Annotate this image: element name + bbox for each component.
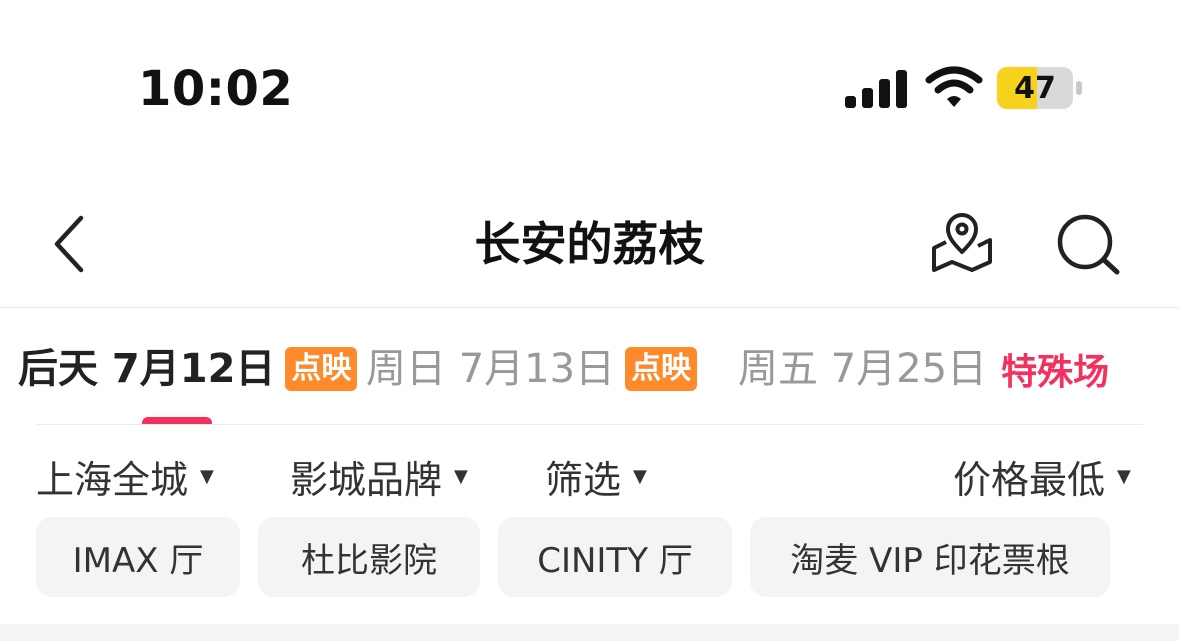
caret-down-icon: ▼ (1117, 465, 1131, 487)
caret-down-icon: ▼ (200, 465, 214, 487)
filter-label: 筛选 (545, 457, 622, 502)
special-screening-tag: 特殊场 (1001, 352, 1110, 393)
filter-label: 上海全城 (36, 457, 189, 502)
filter-sort-price[interactable]: 价格最低 ▼ (953, 448, 1131, 504)
chip-dolby-cinema[interactable]: 杜比影院 (258, 517, 480, 597)
date-tab-0725[interactable]: 周五 7月25日 特殊场 (738, 340, 1109, 398)
section-separator (0, 624, 1179, 641)
filter-label: 影城品牌 (290, 457, 443, 502)
filter-screen[interactable]: 筛选 ▼ (545, 448, 647, 504)
tabs-divider (36, 424, 1143, 425)
preview-badge: 点映 (285, 347, 358, 391)
status-time: 10:02 (138, 61, 294, 117)
search-icon[interactable] (1055, 212, 1123, 276)
chip-imax-hall[interactable]: IMAX 厅 (36, 517, 240, 597)
date-tab-label: 周五 7月25日 (738, 346, 988, 392)
filter-city[interactable]: 上海全城 ▼ (36, 448, 214, 504)
date-tab-label: 后天 7月12日 (18, 346, 276, 392)
date-tab-label: 周日 7月13日 (366, 346, 616, 392)
map-location-icon[interactable] (928, 212, 996, 276)
date-tab-0712[interactable]: 后天 7月12日 点映 (18, 340, 358, 398)
filter-label: 价格最低 (953, 457, 1106, 502)
caret-down-icon: ▼ (633, 465, 647, 487)
battery-indicator: 47 (997, 67, 1083, 109)
filter-cinema-brand[interactable]: 影城品牌 ▼ (290, 448, 468, 504)
date-tab-0713[interactable]: 周日 7月13日 点映 (366, 340, 698, 398)
chip-vip-ticket-stub[interactable]: 淘麦 VIP 印花票根 (750, 517, 1110, 597)
wifi-icon (925, 66, 983, 107)
page-title: 长安的荔枝 (474, 217, 705, 271)
nav-divider (0, 307, 1179, 308)
caret-down-icon: ▼ (454, 465, 468, 487)
battery-level: 47 (1014, 70, 1056, 106)
cellular-signal-icon (845, 70, 907, 108)
chip-cinity-hall[interactable]: CINITY 厅 (498, 517, 732, 597)
preview-badge: 点映 (625, 347, 698, 391)
